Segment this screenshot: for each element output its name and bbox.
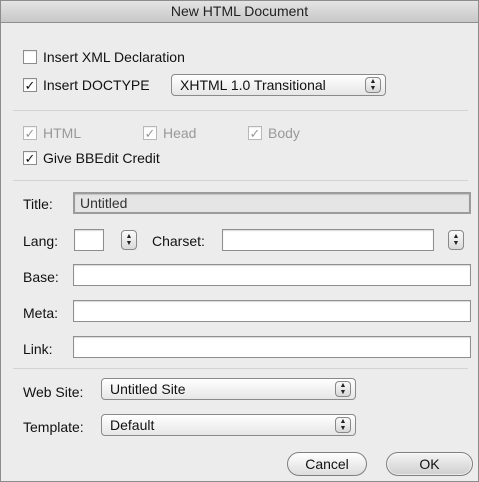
lang-dropdown-arrows[interactable]: ▲ ▼ xyxy=(121,230,137,250)
checkmark-icon: ✓ xyxy=(24,150,36,166)
doctype-select-value: XHTML 1.0 Transitional xyxy=(180,77,326,93)
charset-field[interactable] xyxy=(222,229,434,251)
updown-arrows-icon: ▲ ▼ xyxy=(365,77,381,93)
insert-xml-declaration-label: Insert XML Declaration xyxy=(43,49,185,65)
meta-field[interactable] xyxy=(73,300,471,322)
charset-dropdown-arrows[interactable]: ▲ ▼ xyxy=(448,230,464,250)
updown-arrows-icon: ▲ ▼ xyxy=(335,381,351,397)
web-site-label: Web Site: xyxy=(23,384,84,400)
insert-doctype-checkbox[interactable]: ✓ xyxy=(23,78,37,92)
insert-doctype-checkbox-row[interactable]: ✓ Insert DOCTYPE xyxy=(23,77,150,93)
section-divider-top xyxy=(13,110,468,111)
link-label: Link: xyxy=(23,341,53,357)
checkmark-icon: ✓ xyxy=(24,77,36,93)
head-label: Head xyxy=(163,125,197,141)
lang-field[interactable] xyxy=(74,229,104,251)
doctype-select[interactable]: XHTML 1.0 Transitional ▲ ▼ xyxy=(171,74,386,96)
dialog-titlebar: New HTML Document xyxy=(1,1,478,23)
html-checkbox: ✓ xyxy=(23,126,37,140)
html-label: HTML xyxy=(43,125,82,141)
template-select-value: Default xyxy=(110,417,155,433)
template-label: Template: xyxy=(23,419,84,435)
head-checkbox-row: ✓ Head xyxy=(143,125,196,141)
body-checkbox-row: ✓ Body xyxy=(248,125,300,141)
title-label: Title: xyxy=(23,196,53,212)
give-bbedit-credit-checkbox[interactable]: ✓ xyxy=(23,151,37,165)
lang-label: Lang: xyxy=(23,233,59,249)
title-field[interactable]: Untitled xyxy=(73,192,471,214)
web-site-select[interactable]: Untitled Site ▲ ▼ xyxy=(101,378,356,400)
meta-label: Meta: xyxy=(23,305,59,321)
give-bbedit-credit-label: Give BBEdit Credit xyxy=(43,150,160,166)
charset-label: Charset: xyxy=(152,233,205,249)
checkmark-icon: ✓ xyxy=(249,125,261,141)
web-site-select-value: Untitled Site xyxy=(110,381,186,397)
template-select[interactable]: Default ▲ ▼ xyxy=(101,414,356,436)
insert-doctype-label: Insert DOCTYPE xyxy=(43,77,150,93)
give-bbedit-credit-checkbox-row[interactable]: ✓ Give BBEdit Credit xyxy=(23,150,160,166)
link-field[interactable] xyxy=(73,336,471,358)
title-field-value: Untitled xyxy=(80,195,128,211)
cancel-button-label: Cancel xyxy=(305,456,349,472)
insert-xml-declaration-checkbox[interactable] xyxy=(23,50,37,64)
checkmark-icon: ✓ xyxy=(144,125,156,141)
base-field[interactable] xyxy=(73,264,471,286)
insert-xml-declaration-checkbox-row[interactable]: Insert XML Declaration xyxy=(23,49,185,65)
body-label: Body xyxy=(268,125,300,141)
updown-arrows-icon: ▲ xyxy=(452,233,460,240)
section-divider-bottom xyxy=(13,368,468,369)
dialog-title: New HTML Document xyxy=(170,3,309,19)
base-label: Base: xyxy=(23,269,59,285)
updown-arrows-icon: ▲ ▼ xyxy=(335,417,351,433)
updown-arrows-icon: ▲ xyxy=(125,233,133,240)
checkmark-icon: ✓ xyxy=(24,125,36,141)
head-checkbox: ✓ xyxy=(143,126,157,140)
html-checkbox-row: ✓ HTML xyxy=(23,125,81,141)
section-divider-middle xyxy=(13,180,468,181)
new-html-document-dialog: New HTML Document Insert XML Declaration… xyxy=(0,0,479,482)
ok-button-label: OK xyxy=(419,456,440,472)
body-checkbox: ✓ xyxy=(248,126,262,140)
cancel-button[interactable]: Cancel xyxy=(287,452,367,476)
ok-button[interactable]: OK xyxy=(386,452,473,476)
